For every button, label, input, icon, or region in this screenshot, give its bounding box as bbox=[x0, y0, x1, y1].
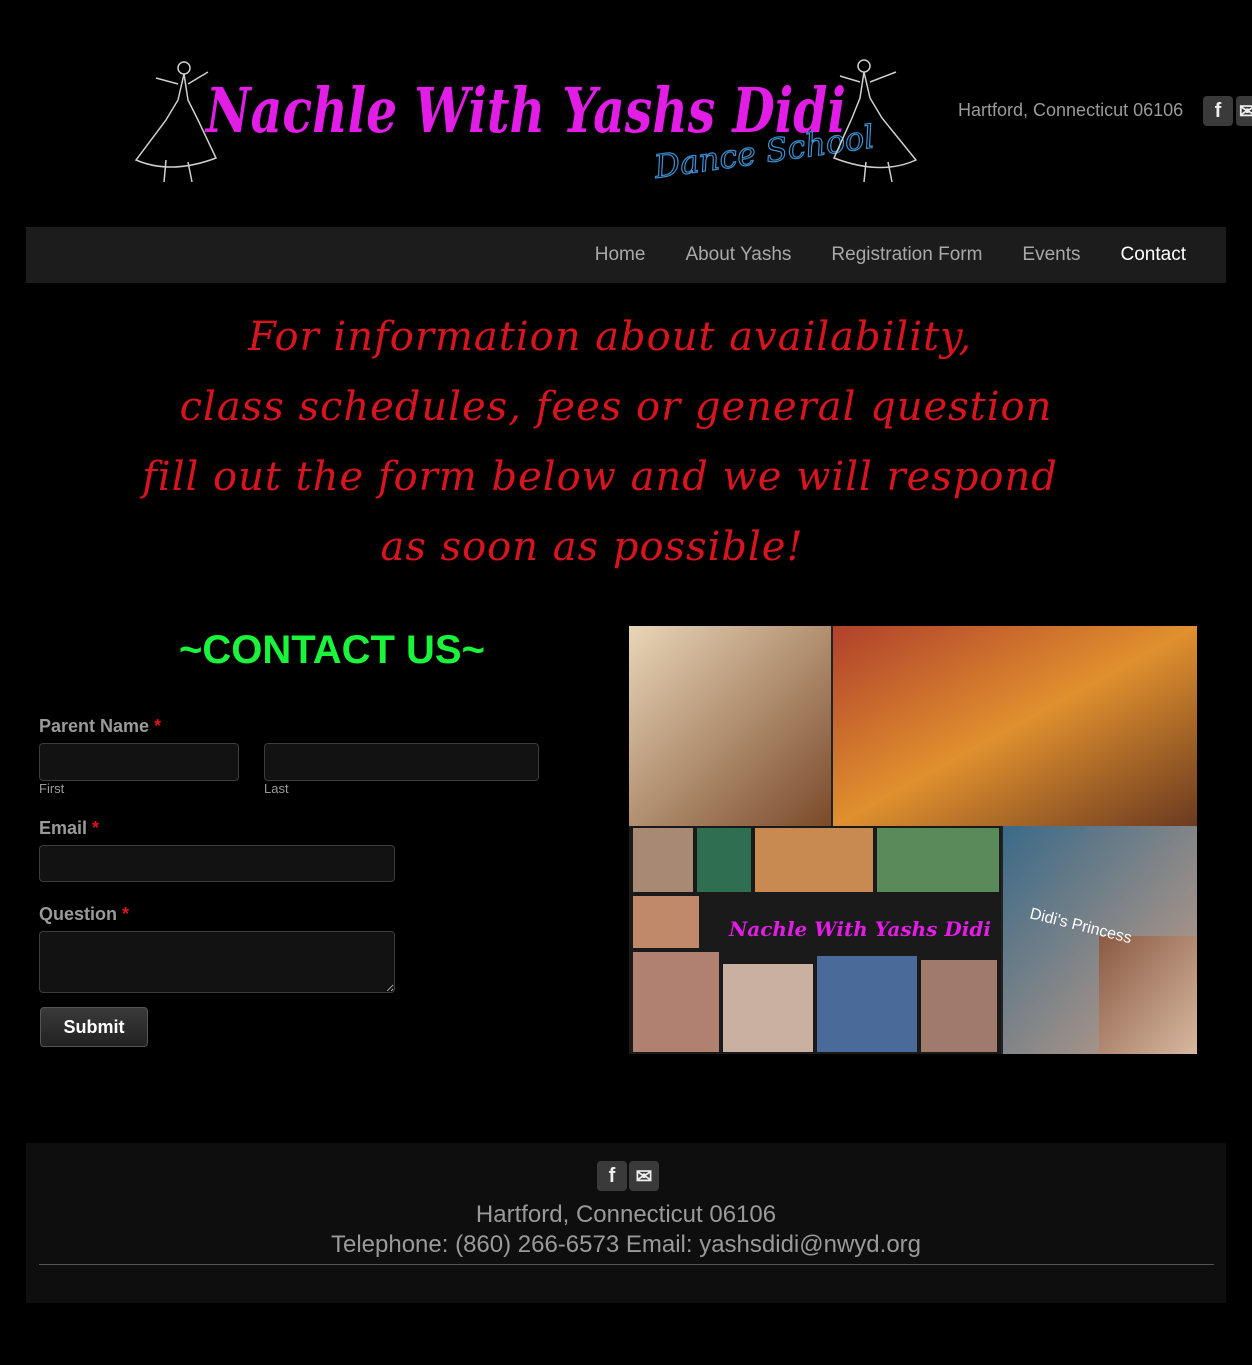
required-mark: * bbox=[122, 904, 130, 924]
email-label-text: Email bbox=[39, 818, 88, 838]
facebook-icon[interactable]: f bbox=[597, 1161, 627, 1191]
question-label: Question * bbox=[39, 904, 129, 925]
site-footer: f ✉ Hartford, Connecticut 06106 Telephon… bbox=[26, 1143, 1226, 1303]
photo-tile bbox=[817, 956, 917, 1052]
logo-graphic: Nachle With Yashs Didi Dance School bbox=[134, 59, 918, 187]
photo-tile bbox=[723, 964, 813, 1052]
nav-events[interactable]: Events bbox=[1022, 244, 1080, 266]
photo-tile bbox=[921, 960, 997, 1052]
photo-collage: Nachle With Yashs Didi Didi's Princess bbox=[629, 626, 1197, 1054]
email-field[interactable] bbox=[39, 845, 395, 882]
intro-line: fill out the form below and we will resp… bbox=[142, 454, 1058, 500]
last-sublabel: Last bbox=[264, 781, 289, 796]
photo-tile bbox=[755, 828, 873, 892]
required-mark: * bbox=[92, 818, 100, 838]
email-icon[interactable]: ✉ bbox=[629, 1161, 659, 1191]
email-label: Email * bbox=[39, 818, 99, 839]
submit-button[interactable]: Submit bbox=[40, 1007, 148, 1047]
photo-tile bbox=[877, 828, 999, 892]
email-icon[interactable]: ✉ bbox=[1236, 96, 1252, 126]
contact-title: ~CONTACT US~ bbox=[179, 628, 485, 672]
photo-tile bbox=[633, 828, 693, 892]
nav-home[interactable]: Home bbox=[595, 244, 646, 266]
nav-registration-form[interactable]: Registration Form bbox=[831, 244, 982, 266]
photo-tile bbox=[633, 896, 699, 948]
question-field[interactable] bbox=[39, 931, 395, 993]
main-navigation: Home About Yashs Registration Form Event… bbox=[26, 227, 1226, 283]
required-mark: * bbox=[154, 716, 162, 736]
photo-tile bbox=[633, 952, 719, 1052]
footer-contact: Telephone: (860) 266-6573 Email: yashsdi… bbox=[330, 1231, 922, 1258]
parent-name-label-text: Parent Name bbox=[39, 716, 150, 736]
dancer-left-icon bbox=[134, 61, 218, 183]
parent-name-label: Parent Name * bbox=[39, 716, 161, 737]
nav-about-yashs[interactable]: About Yashs bbox=[685, 244, 791, 266]
nav-contact[interactable]: Contact bbox=[1121, 244, 1186, 266]
photo-tile bbox=[833, 626, 1197, 826]
collage-graphic: Nachle With Yashs Didi Didi's Princess bbox=[629, 626, 1197, 1054]
photo-tile bbox=[1099, 936, 1197, 1054]
photo-tile bbox=[629, 626, 831, 826]
intro-line: as soon as possible! bbox=[380, 524, 804, 570]
footer-address: Hartford, Connecticut 06106 bbox=[475, 1201, 777, 1228]
header-address: Hartford, Connecticut 06106 bbox=[958, 100, 1184, 120]
intro-line: class schedules, fees or general questio… bbox=[179, 384, 1053, 430]
first-name-field[interactable] bbox=[39, 743, 239, 781]
question-label-text: Question bbox=[39, 904, 118, 924]
footer-divider bbox=[39, 1264, 1214, 1265]
photo-tile bbox=[697, 828, 751, 892]
collage-logo: Nachle With Yashs Didi bbox=[728, 917, 991, 941]
site-logo[interactable]: Nachle With Yashs Didi Dance School bbox=[126, 50, 926, 190]
first-sublabel: First bbox=[39, 781, 65, 796]
intro-line: For information about availability, bbox=[247, 314, 973, 360]
last-name-field[interactable] bbox=[264, 743, 539, 781]
facebook-icon[interactable]: f bbox=[1203, 96, 1233, 126]
